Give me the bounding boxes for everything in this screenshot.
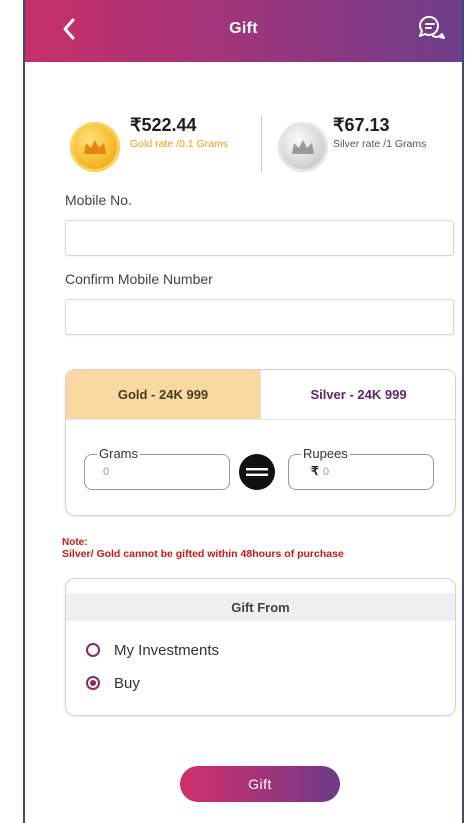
gold-rate-label: Gold rate /0.1 Grams xyxy=(130,138,229,150)
gold-rate-price: ₹522.44 xyxy=(130,115,197,135)
confirm-mobile-label: Confirm Mobile Number xyxy=(65,271,213,287)
note-title: Note: xyxy=(62,537,88,548)
chat-bubbles-icon xyxy=(418,15,445,39)
swap-arrows-icon xyxy=(246,468,268,476)
silver-rate-price: ₹67.13 xyxy=(333,115,390,135)
gold-coin-icon xyxy=(70,122,120,172)
crown-icon xyxy=(292,140,314,154)
tab-silver[interactable]: Silver - 24K 999 xyxy=(260,370,455,419)
note-text: Silver/ Gold cannot be gifted within 48h… xyxy=(62,548,344,560)
grams-label: Grams xyxy=(97,446,140,461)
rates-panel: ₹522.44 Gold rate /0.1 Grams ₹67.13 Silv… xyxy=(25,115,462,177)
chat-button[interactable] xyxy=(414,10,448,44)
gift-from-title: Gift From xyxy=(66,593,455,621)
rupees-value: 0 xyxy=(323,466,330,478)
radio-checked-icon[interactable] xyxy=(86,676,100,690)
silver-rate-label: Silver rate /1 Grams xyxy=(333,138,427,150)
page-title: Gift xyxy=(229,20,258,37)
mobile-input[interactable] xyxy=(65,220,454,256)
silver-coin-icon xyxy=(278,122,328,172)
rupees-label: Rupees xyxy=(301,446,350,461)
rate-divider xyxy=(261,115,262,173)
confirm-mobile-input[interactable] xyxy=(65,299,454,335)
metal-selector-card: Gold - 24K 999 Silver - 24K 999 Grams 0 … xyxy=(65,369,456,516)
option-label: Buy xyxy=(114,674,140,692)
option-buy[interactable]: Buy xyxy=(86,672,140,694)
crown-icon xyxy=(84,140,106,154)
rupees-input[interactable]: Rupees ₹ 0 xyxy=(288,446,434,490)
gift-from-card: Gift From My Investments Buy xyxy=(65,578,456,716)
tab-gold[interactable]: Gold - 24K 999 xyxy=(66,370,260,419)
app-screen: Gift ₹522.44 Gold rate /0.1 Grams ₹67.13… xyxy=(23,0,464,823)
option-my-investments[interactable]: My Investments xyxy=(86,639,219,661)
radio-unchecked-icon[interactable] xyxy=(86,643,100,657)
app-header: Gift xyxy=(25,0,462,62)
tab-divider xyxy=(66,419,455,420)
grams-value: 0 xyxy=(103,466,110,478)
grams-input[interactable]: Grams 0 xyxy=(84,446,230,490)
swap-icon[interactable] xyxy=(239,454,275,490)
option-label: My Investments xyxy=(114,641,220,659)
mobile-label: Mobile No. xyxy=(65,192,132,208)
rupee-symbol: ₹ xyxy=(311,464,319,478)
gift-button[interactable]: Gift xyxy=(180,766,340,802)
